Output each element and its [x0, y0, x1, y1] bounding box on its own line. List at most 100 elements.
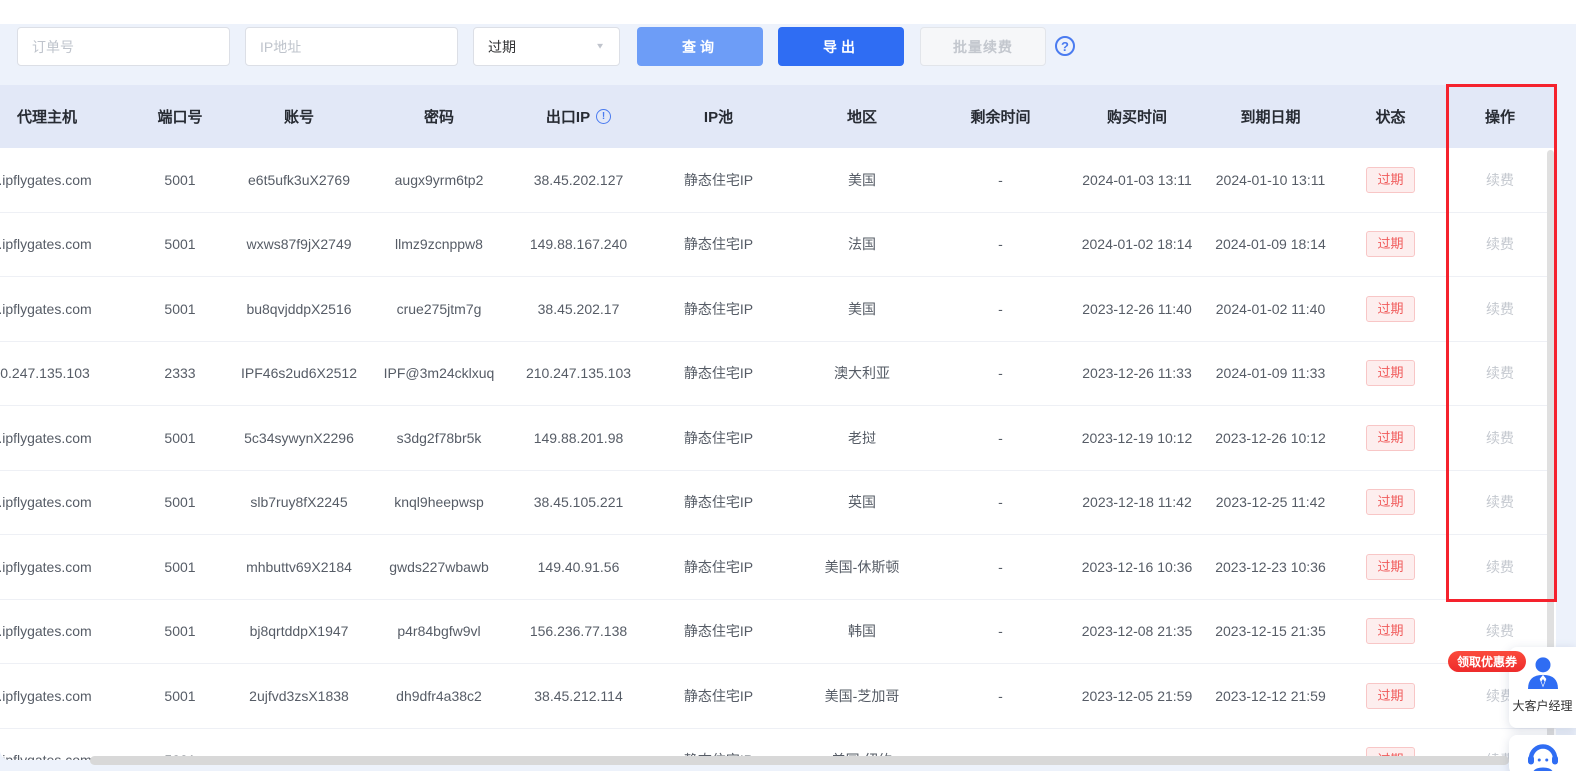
- column-header-action: 操作: [1447, 85, 1553, 148]
- cell-host: .ipflygates.com: [0, 406, 130, 470]
- table-row: .ipflygates.com5001e6t5ufk3uX2769augx9yr…: [0, 148, 1556, 213]
- cell-value: 2024-01-03 13:11: [1082, 172, 1192, 188]
- cell-value: 5001: [164, 172, 195, 188]
- cell-ip_pool: 静态住宅IP: [647, 148, 790, 212]
- renew-link[interactable]: 续费: [1486, 234, 1514, 254]
- help-icon[interactable]: ?: [1055, 36, 1075, 56]
- cell-status: 过期: [1334, 213, 1447, 277]
- table-row: .ipflygates.com5001mhbuttv69X2184gwds227…: [0, 535, 1556, 600]
- table-row: .ipflygates.com5001bj8qrtddpX1947p4r84bg…: [0, 600, 1556, 665]
- cell-action: 续费: [1447, 148, 1553, 212]
- cell-exit_ip: 149.40.91.56: [510, 535, 647, 599]
- column-header-label: 出口IP: [546, 106, 590, 127]
- cell-host: .ipflygates.com: [0, 664, 130, 728]
- cell-value: -: [998, 494, 1003, 510]
- status-badge: 过期: [1366, 231, 1414, 257]
- cell-value: 2024-01-09 18:14: [1215, 236, 1326, 252]
- cell-value: 5001: [164, 236, 195, 252]
- headset-agent-icon: [1521, 739, 1565, 771]
- query-button[interactable]: 查询: [637, 27, 763, 66]
- table-row: .ipflygates.com50012ujfvd3zsX1838dh9dfr4…: [0, 664, 1556, 729]
- cell-value: 2024-01-09 11:33: [1216, 365, 1326, 381]
- column-header-label: 到期日期: [1240, 106, 1300, 127]
- cell-value: -: [998, 559, 1003, 575]
- cell-value: 2023-12-26 11:40: [1082, 301, 1192, 317]
- customer-service-widget[interactable]: [1509, 735, 1576, 771]
- renew-link[interactable]: 续费: [1486, 170, 1514, 190]
- cell-expire_time: 2023-12-12 21:59: [1207, 664, 1334, 728]
- cell-value: 老挝: [848, 428, 876, 448]
- cell-value: 静态住宅IP: [684, 686, 753, 706]
- horizontal-scrollbar[interactable]: [90, 756, 1509, 765]
- column-header-exit_ip: 出口IP!: [510, 85, 647, 148]
- column-header-remaining: 剩余时间: [934, 85, 1067, 148]
- cell-value: 英国: [848, 492, 876, 512]
- coupon-badge[interactable]: 领取优惠券: [1448, 651, 1526, 672]
- cell-value: 静态住宅IP: [684, 234, 753, 254]
- cell-expire_time: 2024-01-10 13:11: [1207, 148, 1334, 212]
- column-header-account: 账号: [230, 85, 368, 148]
- batch-renew-button[interactable]: 批量续费: [920, 27, 1046, 66]
- cell-exit_ip: 38.45.212.114: [510, 664, 647, 728]
- cell-password: s3dg2f78br5k: [368, 406, 510, 470]
- status-select[interactable]: 过期 ▼: [473, 27, 620, 66]
- renew-link[interactable]: 续费: [1486, 428, 1514, 448]
- renew-link[interactable]: 续费: [1486, 363, 1514, 383]
- cell-action: 续费: [1447, 471, 1553, 535]
- cell-value: s3dg2f78br5k: [397, 430, 482, 446]
- info-icon[interactable]: !: [596, 109, 611, 124]
- cell-buy_time: 2023-12-26 11:33: [1067, 342, 1207, 406]
- cell-account: bu8qvjddpX2516: [230, 277, 368, 341]
- column-header-label: 操作: [1485, 106, 1515, 127]
- cell-host: .ipflygates.com: [0, 600, 130, 664]
- cell-expire_time: 2023-12-23 10:36: [1207, 535, 1334, 599]
- status-badge: 过期: [1366, 296, 1414, 322]
- cell-buy_time: 2023-12-16 10:36: [1067, 535, 1207, 599]
- export-button[interactable]: 导出: [778, 27, 904, 66]
- cell-value: 静态住宅IP: [684, 557, 753, 577]
- cell-value: 静态住宅IP: [684, 363, 753, 383]
- cell-account: e6t5ufk3uX2769: [230, 148, 368, 212]
- cell-remaining: -: [934, 148, 1067, 212]
- proxy-management-page: 过期 ▼ 查询 导出 批量续费 ? 代理主机端口号账号密码出口IP!IP池地区剩…: [0, 0, 1576, 771]
- cell-value: .ipflygates.com: [0, 236, 92, 252]
- cell-value: .ipflygates.com: [0, 752, 92, 760]
- renew-link[interactable]: 续费: [1486, 621, 1514, 641]
- renew-link[interactable]: 续费: [1486, 492, 1514, 512]
- cell-value: bj8qrtddpX1947: [250, 623, 349, 639]
- cell-value: 2023-12-08 21:35: [1082, 623, 1193, 639]
- cell-expire_time: 2023-12-15 21:35: [1207, 600, 1334, 664]
- cell-value: 38.45.212.114: [534, 688, 623, 704]
- column-header-ip_pool: IP池: [647, 85, 790, 148]
- cell-host: .ipflygates.com: [0, 471, 130, 535]
- cell-host: 0.247.135.103: [0, 342, 130, 406]
- cell-value: .ipflygates.com: [0, 623, 92, 639]
- status-badge: 过期: [1366, 554, 1414, 580]
- ip-address-input[interactable]: [245, 27, 458, 66]
- cell-remaining: -: [934, 664, 1067, 728]
- cell-ip_pool: 静态住宅IP: [647, 664, 790, 728]
- renew-link[interactable]: 续费: [1486, 557, 1514, 577]
- cell-value: 2024-01-02 11:40: [1216, 301, 1326, 317]
- cell-value: e6t5ufk3uX2769: [248, 172, 350, 188]
- cell-remaining: -: [934, 600, 1067, 664]
- cell-action: 续费: [1447, 342, 1553, 406]
- order-number-input[interactable]: [17, 27, 230, 66]
- cell-value: 美国: [848, 299, 876, 319]
- cell-value: 静态住宅IP: [684, 621, 753, 641]
- cell-status: 过期: [1334, 535, 1447, 599]
- cell-region: 英国: [790, 471, 934, 535]
- cell-value: 韩国: [848, 621, 876, 641]
- table-row: .ipflygates.com5001bu8qvjddpX2516crue275…: [0, 277, 1556, 342]
- cell-value: .ipflygates.com: [0, 559, 92, 575]
- cell-value: -: [998, 365, 1003, 381]
- column-header-buy_time: 购买时间: [1067, 85, 1207, 148]
- cell-expire_time: 2024-01-02 11:40: [1207, 277, 1334, 341]
- cell-action: 续费: [1447, 213, 1553, 277]
- cell-value: knql9heepwsp: [394, 494, 484, 510]
- renew-link[interactable]: 续费: [1486, 299, 1514, 319]
- cell-value: 38.45.105.221: [534, 494, 624, 510]
- cell-value: 2023-12-26 10:12: [1215, 430, 1326, 446]
- cell-value: slb7ruy8fX2245: [250, 494, 347, 510]
- cell-host: .ipflygates.com: [0, 535, 130, 599]
